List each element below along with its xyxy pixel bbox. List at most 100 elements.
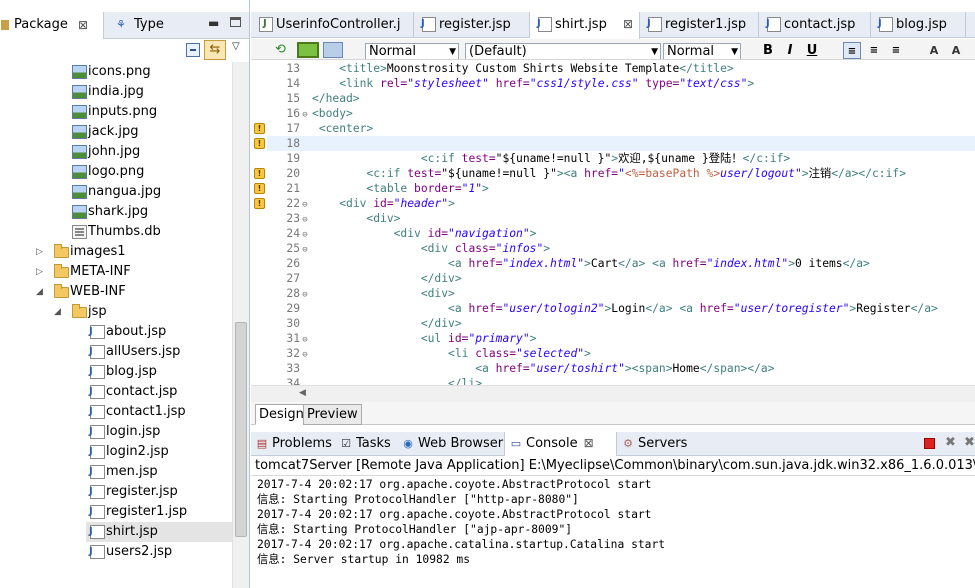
highlight-color-icon[interactable]: A [925,42,943,59]
tree-item[interactable]: login.jsp [86,422,232,442]
code-line[interactable]: 20 <c:if test="${uname!=null }"><a href=… [267,166,975,181]
tree-item[interactable]: Thumbs.db [68,222,232,242]
tree-item[interactable]: logo.png [68,162,232,182]
close-icon[interactable]: ⊠ [78,12,88,38]
code-line[interactable]: 29 <a href="user/tologin2">Login</a> <a … [267,301,975,316]
close-icon[interactable]: ⊠ [584,436,594,450]
bottom-view-tab[interactable]: ▤ Problems [251,432,335,456]
font-size-select[interactable]: Normal ▼ [663,43,741,59]
expand-arrow-icon[interactable]: ▷ [36,262,43,282]
code-line[interactable]: 24 ⊖ <div id="navigation"> [267,226,975,241]
bottom-view-tab[interactable]: ☑ Tasks [335,432,397,456]
code-line[interactable]: 15 </head> [267,91,975,106]
tree-item[interactable]: shark.jpg [68,202,232,222]
tree-item[interactable]: ▷ META-INF [36,262,232,282]
remove-launch-icon[interactable]: ✖ [945,435,956,450]
code-line[interactable]: 21 <table border="1"> [267,181,975,196]
bottom-view-tab[interactable]: ◉ Web Browser [397,432,504,456]
code-line[interactable]: 23 ⊖ <div> [267,211,975,226]
code-line[interactable]: 25 ⊖ <div class="infos"> [267,241,975,256]
align-center-icon[interactable]: ≡ [865,42,883,59]
maximize-icon[interactable] [230,17,241,27]
editor-horizontal-scrollbar[interactable]: ◀ [251,385,975,402]
tree-scrollbar[interactable] [232,62,249,588]
source-editor[interactable]: !!!!! 13 <title>Moonstrosity Custom Shir… [251,60,975,385]
code-line[interactable]: 13 <title>Moonstrosity Custom Shirts Web… [267,61,975,76]
align-right-icon[interactable]: ≡ [887,42,905,59]
tab-design[interactable]: Design [255,404,308,425]
code-line[interactable]: 30 </div> [267,316,975,331]
editor-tab[interactable]: shirt.jsp ⊠ [530,12,640,39]
tree-item[interactable]: shirt.jsp [86,522,232,542]
tree-item[interactable]: nangua.jpg [68,182,232,202]
tree-item[interactable]: allUsers.jsp [86,342,232,362]
tree-item[interactable]: register.jsp [86,482,232,502]
tab-package[interactable]: Package ⊠ [0,12,104,39]
italic-button[interactable]: I [781,42,799,59]
tree-item[interactable]: ◢ WEB-INF [36,282,232,302]
view-menu-chevron-down-icon[interactable]: ▽ [232,41,240,52]
bottom-view-tab[interactable]: ⚙ Servers [617,432,693,456]
code-line[interactable]: 31 ⊖ <ul id="primary"> [267,331,975,346]
code-line[interactable]: 17 <center> [267,121,975,136]
tree-item[interactable]: ◢ jsp [54,302,232,322]
design-view-icon[interactable] [297,42,319,58]
tree-item[interactable]: men.jsp [86,462,232,482]
link-with-editor-button[interactable]: ⇆ [204,40,226,60]
code-line[interactable]: 18 [267,136,975,151]
code-line[interactable]: 34 </li> [267,376,975,385]
close-icon[interactable]: ⊠ [623,12,633,37]
code-line[interactable]: 14 <link rel="stylesheet" href="css1/sty… [267,76,975,91]
code-line[interactable]: 19 <c:if test="${uname!=null }">欢迎,${una… [267,151,975,166]
tree-item[interactable]: inputs.png [68,102,232,122]
split-view-icon[interactable] [323,42,343,58]
tree-item[interactable]: users2.jsp [86,542,232,562]
warning-icon[interactable]: ! [254,138,265,149]
tree-item[interactable]: icons.png [68,62,232,82]
remove-all-terminated-icon[interactable]: ✖ [964,435,975,450]
editor-tab[interactable]: UserinfoController.j [251,12,414,38]
collapse-all-button[interactable] [186,43,200,57]
tree-item[interactable]: register1.jsp [86,502,232,522]
tree-item[interactable]: contact.jsp [86,382,232,402]
code-line[interactable]: 16 ⊖ <body> [267,106,975,121]
tab-type-hierarchy[interactable]: ⚘ Type Hier [104,12,194,58]
editor-tab[interactable]: register1.jsp [640,12,759,38]
warning-icon[interactable]: ! [254,198,265,209]
tree-item[interactable]: ▷ images1 [36,242,232,262]
code-line[interactable]: 27 </div> [267,271,975,286]
tree-item[interactable]: blog.jsp [86,362,232,382]
code-line[interactable]: 26 <a href="index.html">Cart</a> <a href… [267,256,975,271]
warning-icon[interactable]: ! [254,123,265,134]
console-output[interactable]: 2017-7-4 20:02:17 org.apache.coyote.Abst… [251,476,975,588]
refresh-icon[interactable]: ⟲ [275,42,293,58]
code-line[interactable]: 33 <a href="user/toshirt"><span>Home</sp… [267,361,975,376]
paragraph-style-select[interactable]: Normal ▼ [365,43,459,59]
terminate-icon[interactable] [924,438,935,449]
bold-button[interactable]: B [759,42,777,59]
expand-arrow-icon[interactable]: ▷ [36,242,43,262]
tree-item[interactable]: about.jsp [86,322,232,342]
code-line[interactable]: 22 ⊖ <div id="header"> [267,196,975,211]
warning-icon[interactable]: ! [254,183,265,194]
align-left-icon[interactable]: ≡ [843,42,861,59]
text-color-icon[interactable]: A [947,42,965,59]
tab-preview[interactable]: Preview [303,404,362,425]
tree-item[interactable]: india.jpg [68,82,232,102]
editor-tab[interactable]: blog.jsp [871,12,966,38]
collapse-arrow-icon[interactable]: ◢ [36,282,43,302]
code-line[interactable]: 32 ⊖ <li class="selected"> [267,346,975,361]
tree-item[interactable]: login2.jsp [86,442,232,462]
editor-tab[interactable]: register.jsp [414,12,530,38]
code-line[interactable]: 28 ⊖ <div> [267,286,975,301]
tree-item[interactable]: contact1.jsp [86,402,232,422]
warning-icon[interactable]: ! [254,168,265,179]
tree-item[interactable]: john.jpg [68,142,232,162]
minimize-icon[interactable]: ▬ [208,16,219,30]
scroll-left-arrow-icon[interactable]: ◀ [299,388,306,398]
tree-item[interactable]: jack.jpg [68,122,232,142]
bottom-view-tab[interactable]: ▭ Console ⊠ [504,432,617,457]
collapse-arrow-icon[interactable]: ◢ [54,302,61,322]
font-select[interactable]: (Default) ▼ [465,43,661,59]
editor-tab[interactable]: contact.jsp [759,12,871,38]
